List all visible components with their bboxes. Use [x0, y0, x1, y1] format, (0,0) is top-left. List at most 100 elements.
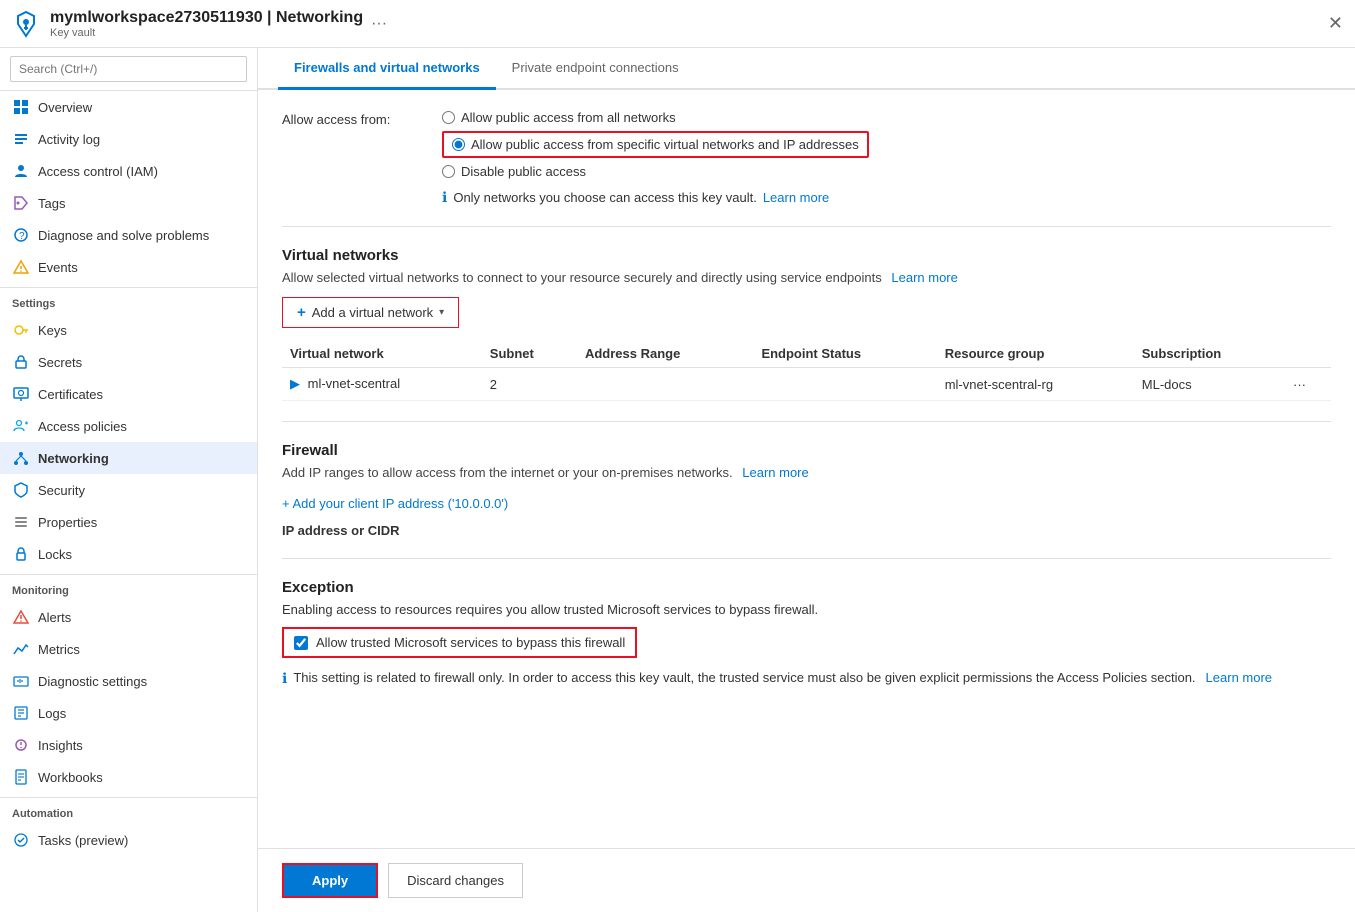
- sidebar-label-keys: Keys: [38, 323, 67, 338]
- sidebar-item-diagnostic[interactable]: Diagnostic settings: [0, 665, 257, 697]
- radio-all-networks[interactable]: Allow public access from all networks: [442, 110, 869, 125]
- automation-section-label: Automation: [0, 797, 257, 824]
- col-resource-group: Resource group: [937, 340, 1134, 368]
- vnet-learn-more[interactable]: Learn more: [891, 270, 957, 285]
- exception-title: Exception: [282, 579, 1331, 596]
- bypass-firewall-checkbox-label[interactable]: Allow trusted Microsoft services to bypa…: [282, 627, 637, 658]
- row-endpoint-status: [753, 368, 936, 401]
- tags-icon: [12, 194, 30, 212]
- sidebar-item-iam[interactable]: Access control (IAM): [0, 155, 257, 187]
- row-more[interactable]: ···: [1285, 368, 1331, 401]
- divider-3: [282, 558, 1331, 559]
- content-area: Allow access from: Allow public access f…: [258, 90, 1355, 848]
- sidebar-label-alerts: Alerts: [38, 610, 71, 625]
- exception-learn-more[interactable]: Learn more: [1206, 670, 1272, 685]
- close-icon[interactable]: ✕: [1328, 13, 1343, 34]
- radio-disable-public-input[interactable]: [442, 165, 455, 178]
- radio-group: Allow public access from all networks Al…: [442, 110, 869, 206]
- settings-section-label: Settings: [0, 287, 257, 314]
- vnet-desc: Allow selected virtual networks to conne…: [282, 270, 1331, 285]
- sidebar-item-alerts[interactable]: Alerts: [0, 601, 257, 633]
- add-client-ip[interactable]: + Add your client IP address ('10.0.0.0'…: [282, 492, 1331, 515]
- main-content: Firewalls and virtual networks Private e…: [258, 48, 1355, 912]
- sidebar-item-properties[interactable]: Properties: [0, 506, 257, 538]
- sidebar-item-diagnose[interactable]: ? Diagnose and solve problems: [0, 219, 257, 251]
- sidebar-label-tasks: Tasks (preview): [38, 833, 128, 848]
- tab-private-endpoints[interactable]: Private endpoint connections: [496, 48, 695, 90]
- properties-icon: [12, 513, 30, 531]
- sidebar-item-security[interactable]: Security: [0, 474, 257, 506]
- radio-disable-public[interactable]: Disable public access: [442, 164, 869, 179]
- sidebar-item-tags[interactable]: Tags: [0, 187, 257, 219]
- firewall-section: Firewall Add IP ranges to allow access f…: [282, 442, 1331, 538]
- radio-specific-networks[interactable]: Allow public access from specific virtua…: [442, 131, 869, 158]
- ip-cidr-label: IP address or CIDR: [282, 523, 1331, 538]
- col-actions: [1285, 340, 1331, 368]
- plus-icon: +: [297, 304, 306, 321]
- sidebar-label-diagnostic: Diagnostic settings: [38, 674, 147, 689]
- access-from-row: Allow access from: Allow public access f…: [282, 110, 1331, 206]
- sidebar-label-metrics: Metrics: [38, 642, 80, 657]
- page-title: mymlworkspace2730511930 | Networking: [50, 9, 363, 27]
- radio-specific-networks-label: Allow public access from specific virtua…: [471, 137, 859, 152]
- access-policies-icon: [12, 417, 30, 435]
- sidebar-item-networking[interactable]: Networking: [0, 442, 257, 474]
- secrets-icon: [12, 353, 30, 371]
- sidebar-item-access-policies[interactable]: Access policies: [0, 410, 257, 442]
- sidebar-item-tasks[interactable]: Tasks (preview): [0, 824, 257, 856]
- bypass-firewall-checkbox[interactable]: [294, 636, 308, 650]
- access-info-row: ℹ Only networks you choose can access th…: [442, 189, 869, 206]
- security-icon: [12, 481, 30, 499]
- sidebar-label-properties: Properties: [38, 515, 97, 530]
- sidebar-label-tags: Tags: [38, 196, 65, 211]
- sidebar-item-activity-log[interactable]: Activity log: [0, 123, 257, 155]
- vnet-table: Virtual network Subnet Address Range End…: [282, 340, 1331, 401]
- sidebar-item-metrics[interactable]: Metrics: [0, 633, 257, 665]
- sidebar-item-certificates[interactable]: Certificates: [0, 378, 257, 410]
- sidebar-label-workbooks: Workbooks: [38, 770, 103, 785]
- add-vnet-button[interactable]: + Add a virtual network ▾: [282, 297, 459, 328]
- sidebar-item-events[interactable]: Events: [0, 251, 257, 283]
- tasks-icon: [12, 831, 30, 849]
- sidebar-item-locks[interactable]: Locks: [0, 538, 257, 570]
- radio-all-networks-label: Allow public access from all networks: [461, 110, 676, 125]
- sidebar-label-certificates: Certificates: [38, 387, 103, 402]
- radio-all-networks-input[interactable]: [442, 111, 455, 124]
- networking-icon: [12, 449, 30, 467]
- sidebar-label-security: Security: [38, 483, 85, 498]
- workbooks-icon: [12, 768, 30, 786]
- sidebar-label-access-policies: Access policies: [38, 419, 127, 434]
- bypass-firewall-label: Allow trusted Microsoft services to bypa…: [316, 635, 625, 650]
- sidebar-item-secrets[interactable]: Secrets: [0, 346, 257, 378]
- alerts-icon: [12, 608, 30, 626]
- note-info-icon: ℹ: [282, 670, 287, 687]
- sidebar-label-insights: Insights: [38, 738, 83, 753]
- row-expand-icon[interactable]: ▶: [290, 376, 300, 391]
- diagnostic-icon: [12, 672, 30, 690]
- apply-button[interactable]: Apply: [282, 863, 378, 898]
- col-subscription: Subscription: [1134, 340, 1285, 368]
- sidebar-label-logs: Logs: [38, 706, 66, 721]
- col-subnet: Subnet: [482, 340, 577, 368]
- sidebar-item-keys[interactable]: Keys: [0, 314, 257, 346]
- firewall-learn-more[interactable]: Learn more: [742, 465, 808, 480]
- exception-section: Exception Enabling access to resources r…: [282, 579, 1331, 687]
- sidebar-item-logs[interactable]: Logs: [0, 697, 257, 729]
- search-input[interactable]: [10, 56, 247, 82]
- title-bar-more-icon[interactable]: ···: [371, 15, 387, 33]
- radio-specific-networks-input[interactable]: [452, 138, 465, 151]
- title-bar: mymlworkspace2730511930 | Networking Key…: [0, 0, 1355, 48]
- row-resource-group: ml-vnet-scentral-rg: [937, 368, 1134, 401]
- col-address-range: Address Range: [577, 340, 753, 368]
- row-subscription: ML-docs: [1134, 368, 1285, 401]
- sidebar-item-workbooks[interactable]: Workbooks: [0, 761, 257, 793]
- sidebar-item-overview[interactable]: Overview: [0, 91, 257, 123]
- monitoring-section-label: Monitoring: [0, 574, 257, 601]
- discard-button[interactable]: Discard changes: [388, 863, 523, 898]
- tab-firewalls[interactable]: Firewalls and virtual networks: [278, 48, 496, 90]
- firewall-title: Firewall: [282, 442, 1331, 459]
- access-learn-more-link[interactable]: Learn more: [763, 190, 829, 205]
- sidebar-item-insights[interactable]: Insights: [0, 729, 257, 761]
- col-vnet: Virtual network: [282, 340, 482, 368]
- sidebar-label-secrets: Secrets: [38, 355, 82, 370]
